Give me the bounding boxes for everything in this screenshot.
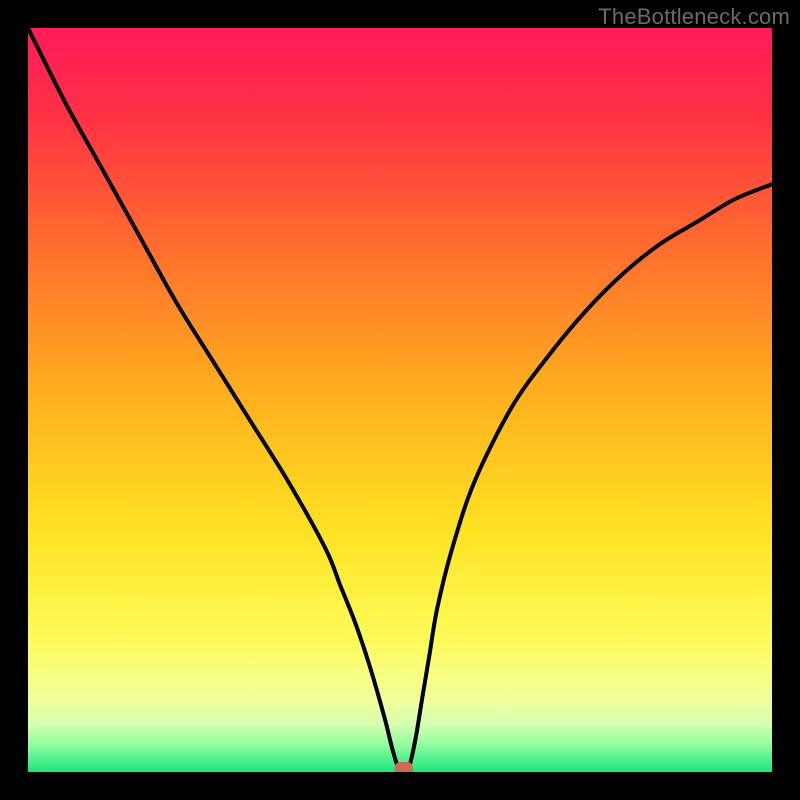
chart-canvas (28, 28, 772, 772)
gradient-background (28, 28, 772, 772)
watermark-text: TheBottleneck.com (598, 4, 790, 30)
chart-frame: TheBottleneck.com (0, 0, 800, 800)
marker-dot (395, 762, 413, 772)
plot-area (28, 28, 772, 772)
